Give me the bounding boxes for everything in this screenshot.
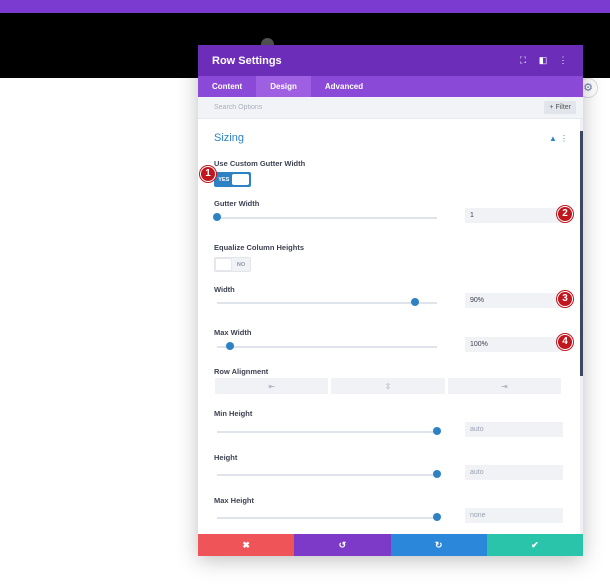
toggle-custom-gutter[interactable]: YES (214, 172, 251, 187)
slider-knob[interactable] (433, 427, 441, 435)
slider-gutter-width[interactable] (213, 213, 437, 222)
slider-height[interactable] (217, 470, 441, 479)
toggle-value: YES (218, 176, 230, 183)
align-right-button[interactable]: ⇥ (447, 378, 561, 394)
slider-rail (217, 346, 437, 348)
toggle-knob (215, 258, 232, 271)
slider-max-height[interactable] (217, 513, 441, 522)
slider-max-width[interactable] (217, 342, 437, 351)
modal-header: Row Settings ⛶ ◧ ⋮ (198, 45, 583, 76)
scrollbar-thumb[interactable] (580, 131, 583, 376)
more-options-icon[interactable]: ⋮ (553, 55, 573, 66)
annotation-marker-1: 1 (200, 166, 216, 182)
slider-rail (217, 431, 437, 433)
modal-footer: ✖ ↺ ↻ ✔ (198, 534, 583, 556)
input-gutter-width[interactable] (465, 208, 563, 223)
slider-knob[interactable] (411, 298, 419, 306)
slider-rail (217, 517, 437, 519)
section-title: Sizing (214, 132, 244, 144)
toggle-value: NO (236, 261, 246, 268)
annotation-marker-4: 4 (557, 334, 573, 350)
label-equalize-heights: Equalize Column Heights (214, 243, 305, 252)
label-height: Height (214, 453, 238, 462)
settings-content: Sizing ▲ ⋮ Use Custom Gutter Width YES G… (198, 119, 583, 535)
builder-page: ⚙ Row Settings ⛶ ◧ ⋮ Content Design Adva… (0, 0, 610, 586)
slider-knob[interactable] (213, 213, 221, 221)
align-center-button[interactable]: ⇳ (331, 378, 445, 394)
slider-min-height[interactable] (217, 427, 441, 436)
input-max-width[interactable] (465, 337, 563, 352)
align-left-button[interactable]: ⇤ (215, 378, 329, 394)
slider-rail (217, 217, 437, 219)
label-max-height: Max Height (214, 496, 255, 505)
tab-design[interactable]: Design (256, 76, 311, 97)
builder-top-bar (0, 0, 610, 13)
annotation-marker-3: 3 (557, 291, 573, 307)
slider-width[interactable] (217, 298, 437, 307)
toggle-knob (232, 174, 249, 185)
row-settings-modal: Row Settings ⛶ ◧ ⋮ Content Design Advanc… (198, 45, 583, 556)
section-more-icon[interactable]: ⋮ (559, 134, 569, 143)
redo-button[interactable]: ↻ (390, 534, 487, 556)
modal-title: Row Settings (212, 54, 282, 67)
row-alignment-group: ⇤ ⇳ ⇥ (215, 378, 561, 394)
chevron-up-icon[interactable]: ▲ (547, 134, 559, 143)
label-use-custom-gutter: Use Custom Gutter Width (214, 159, 306, 168)
tab-advanced[interactable]: Advanced (311, 76, 377, 97)
input-height[interactable] (465, 465, 563, 480)
input-width[interactable] (465, 293, 563, 308)
snap-sidebar-icon[interactable]: ◧ (533, 55, 553, 66)
slider-knob[interactable] (226, 342, 235, 350)
input-max-height[interactable] (465, 508, 563, 523)
slider-rail (217, 302, 437, 304)
undo-button[interactable]: ↺ (294, 534, 391, 556)
tab-content[interactable]: Content (198, 76, 256, 97)
annotation-marker-2: 2 (557, 206, 573, 222)
search-input[interactable] (214, 104, 545, 111)
save-button[interactable]: ✔ (486, 534, 583, 556)
slider-knob[interactable] (433, 513, 441, 521)
input-min-height[interactable] (465, 422, 563, 437)
slider-knob[interactable] (433, 470, 441, 478)
expand-icon[interactable]: ⛶ (513, 55, 533, 66)
cancel-button[interactable]: ✖ (198, 534, 295, 556)
section-header-sizing[interactable]: Sizing ▲ ⋮ (214, 128, 569, 148)
toggle-equalize-heights[interactable]: NO (214, 257, 251, 272)
label-width: Width (214, 285, 235, 294)
slider-rail (217, 474, 437, 476)
label-max-width: Max Width (214, 328, 252, 337)
label-gutter-width: Gutter Width (214, 199, 260, 208)
search-row: + Filter (198, 97, 583, 119)
label-row-alignment: Row Alignment (214, 367, 269, 376)
label-min-height: Min Height (214, 409, 253, 418)
modal-tabs: Content Design Advanced (198, 76, 583, 97)
filter-button[interactable]: + Filter (544, 101, 576, 114)
